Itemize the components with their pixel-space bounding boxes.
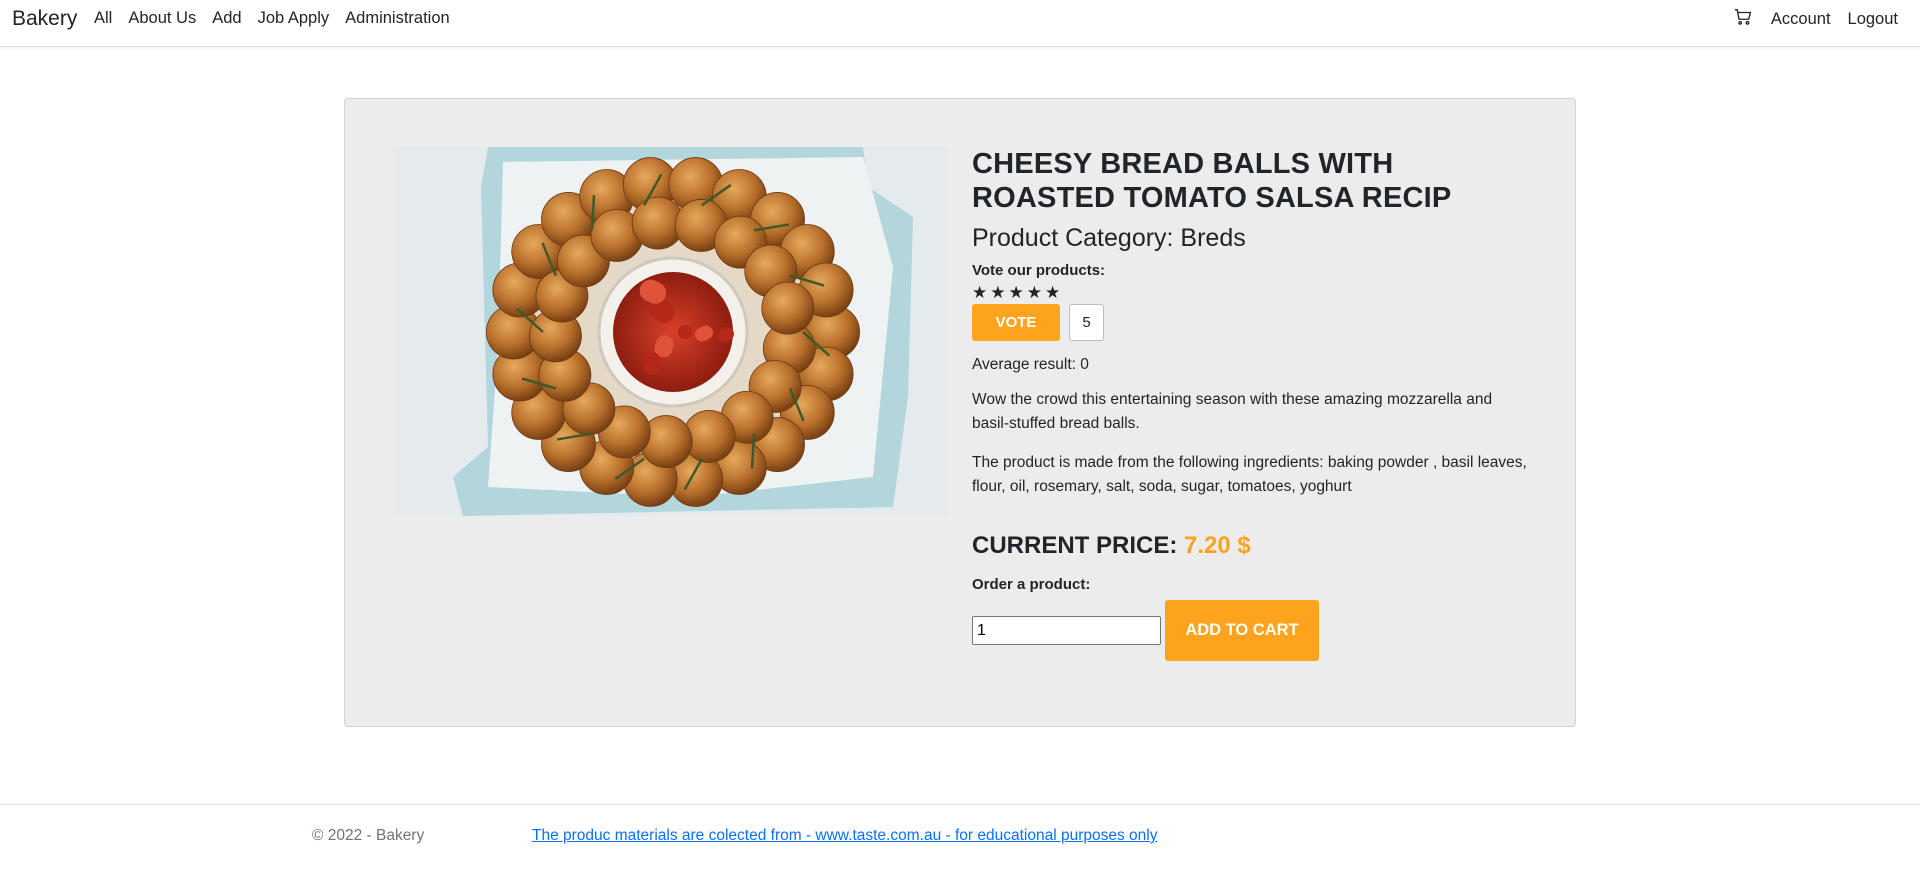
price-value: 7.20 $ xyxy=(1184,532,1251,559)
rating-stars[interactable]: ★★★★★ xyxy=(972,284,1532,301)
price-label: CURRENT PRICE: xyxy=(972,532,1185,559)
account-link[interactable]: Account xyxy=(1771,10,1831,29)
average-result: Average result: 0 xyxy=(972,356,1089,373)
order-row: ADD TO CART xyxy=(972,600,1532,661)
nav-link-administration[interactable]: Administration xyxy=(345,9,450,28)
product-title: CHEESY BREAD BALLS WITH ROASTED TOMATO S… xyxy=(972,148,1452,214)
footer: © 2022 - Bakery The produc materials are… xyxy=(0,804,1920,880)
vote-button[interactable]: VOTE xyxy=(972,304,1060,341)
nav-link-about-us[interactable]: About Us xyxy=(128,9,196,28)
user-nav: Account Logout xyxy=(1734,8,1898,31)
product-description: Wow the crowd this entertaining season w… xyxy=(972,391,1493,432)
vote-row: VOTE 5 xyxy=(972,304,1532,341)
nav-link-job-apply[interactable]: Job Apply xyxy=(258,9,330,28)
top-navbar: Bakery All About Us Add Job Apply Admini… xyxy=(0,0,1920,47)
add-to-cart-button[interactable]: ADD TO CART xyxy=(1165,600,1319,661)
source-link[interactable]: The produc materials are colected from -… xyxy=(532,827,1157,845)
vote-label: Vote our products: xyxy=(972,262,1106,279)
logout-link[interactable]: Logout xyxy=(1848,10,1898,29)
product-ingredients: The product is made from the following i… xyxy=(972,454,1527,495)
vote-value-select[interactable]: 5 xyxy=(1069,304,1104,341)
main-nav: All About Us Add Job Apply Administratio… xyxy=(94,9,450,28)
nav-link-all[interactable]: All xyxy=(94,9,112,28)
product-image: (function(){ var svg = document.currentS… xyxy=(393,147,948,516)
cart-icon[interactable] xyxy=(1734,8,1754,31)
quantity-input[interactable] xyxy=(972,616,1161,645)
current-price: CURRENT PRICE: 7.20 $ xyxy=(972,532,1532,560)
product-category: Product Category: Breds xyxy=(972,224,1246,252)
nav-link-add[interactable]: Add xyxy=(212,9,241,28)
order-label: Order a product: xyxy=(972,576,1091,593)
brand-link[interactable]: Bakery xyxy=(12,7,77,31)
product-info: CHEESY BREAD BALLS WITH ROASTED TOMATO S… xyxy=(972,147,1532,661)
product-card: (function(){ var svg = document.currentS… xyxy=(344,98,1576,727)
copyright-text: © 2022 - Bakery xyxy=(312,827,425,844)
